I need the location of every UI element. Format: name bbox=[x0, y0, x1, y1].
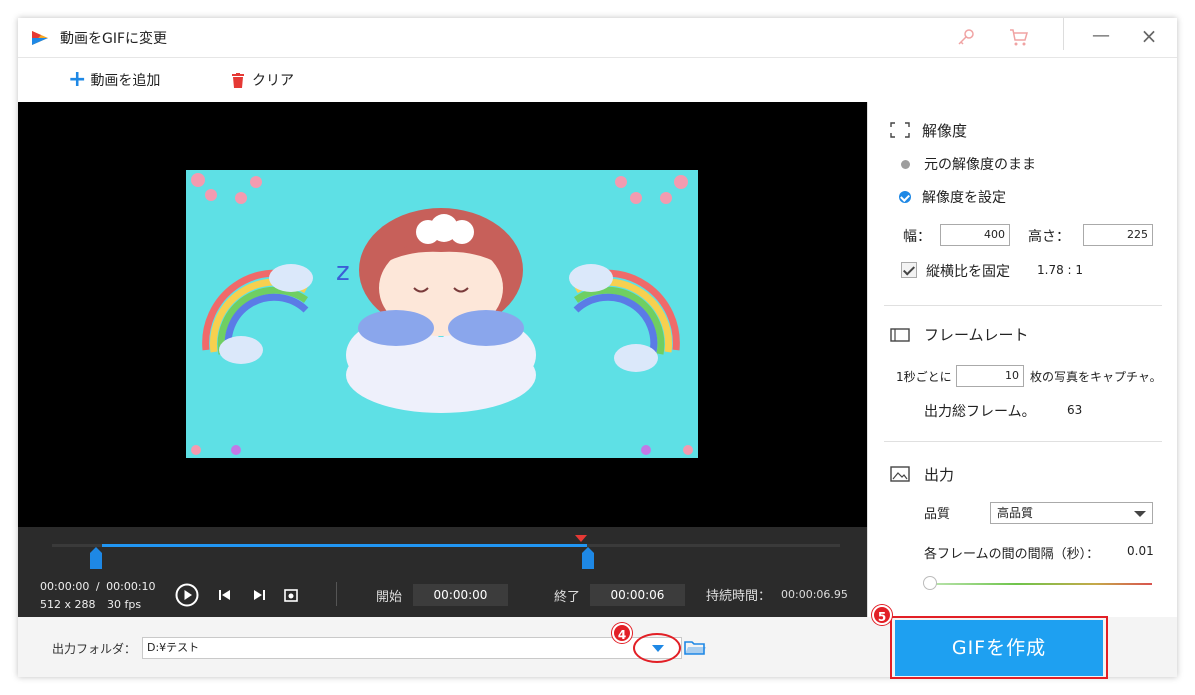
close-button[interactable]: × bbox=[1138, 26, 1160, 48]
resolution-title: 解像度 bbox=[922, 122, 968, 140]
playback-controls: 00:00:00 / 00:00:10 512 x 288 30 fps 開始 … bbox=[18, 527, 867, 617]
camera-icon bbox=[284, 589, 298, 602]
time-separator: / bbox=[95, 580, 100, 593]
output-title: 出力 bbox=[924, 466, 955, 484]
total-time: 00:00:10 bbox=[106, 580, 156, 593]
current-time-readout: 00:00:00 / 00:00:10 bbox=[40, 580, 156, 593]
set-resolution-label: 解像度を設定 bbox=[922, 190, 1006, 206]
radio-unselected-icon bbox=[901, 159, 910, 169]
title-bar: 動画をGIFに変更 — × bbox=[18, 18, 1177, 58]
play-button[interactable] bbox=[174, 582, 200, 608]
skip-forward-icon bbox=[254, 590, 265, 600]
interval-slider-track[interactable] bbox=[926, 583, 1152, 585]
dropdown-highlight bbox=[633, 633, 681, 663]
quality-label: 品質 bbox=[924, 507, 951, 522]
key-icon[interactable] bbox=[956, 27, 976, 47]
interval-label: 各フレームの間の間隔（秒）： bbox=[924, 547, 1100, 562]
total-frames-label: 出力総フレーム。 bbox=[924, 404, 1036, 420]
chevron-down-icon bbox=[1134, 511, 1146, 517]
start-trim-handle[interactable] bbox=[90, 547, 102, 569]
skip-back-icon bbox=[219, 590, 230, 600]
width-input[interactable]: 400 bbox=[940, 224, 1010, 246]
set-resolution-radio[interactable]: 解像度を設定 bbox=[899, 187, 1006, 207]
add-video-label: 動画を追加 bbox=[90, 73, 161, 89]
play-icon bbox=[175, 583, 199, 607]
height-input[interactable]: 225 bbox=[1083, 224, 1153, 246]
video-frame-image: z bbox=[186, 170, 698, 458]
keep-original-label: 元の解像度のまま bbox=[924, 157, 1036, 173]
section-divider bbox=[884, 305, 1162, 306]
radio-selected-icon bbox=[899, 191, 911, 203]
height-label: 高さ： bbox=[1028, 229, 1070, 245]
video-info: 512 x 288 30 fps bbox=[40, 598, 141, 611]
aspect-lock-checkbox[interactable] bbox=[901, 262, 917, 278]
settings-panel: 解像度 元の解像度のまま 解像度を設定 幅： 400 高さ： 225 縦横比を固… bbox=[867, 102, 1177, 617]
titlebar-divider bbox=[1063, 18, 1064, 50]
output-folder-input[interactable]: D:¥テスト bbox=[142, 637, 682, 659]
create-gif-button[interactable]: GIFを作成 bbox=[895, 620, 1103, 676]
toolbar: + 動画を追加 クリア bbox=[18, 59, 1177, 101]
output-folder-label: 出力フォルダ： bbox=[52, 642, 137, 656]
folder-icon[interactable] bbox=[684, 640, 706, 656]
aspect-lock-label: 縦横比を固定 bbox=[926, 264, 1010, 280]
svg-text:z: z bbox=[336, 257, 350, 287]
timeline-selection bbox=[102, 544, 587, 547]
output-image-icon bbox=[890, 466, 910, 482]
window-title: 動画をGIFに変更 bbox=[60, 31, 168, 47]
duration-label: 持続時間： bbox=[706, 589, 772, 604]
playhead-marker[interactable] bbox=[575, 535, 587, 542]
end-time-input[interactable]: 00:00:06 bbox=[590, 584, 685, 606]
start-label: 開始 bbox=[376, 590, 403, 605]
aspect-ratio-value: 1.78 : 1 bbox=[1037, 263, 1084, 277]
clear-button[interactable]: クリア bbox=[232, 70, 294, 90]
total-frames-value: 63 bbox=[1067, 403, 1083, 417]
section-divider bbox=[884, 441, 1162, 442]
duration-value: 00:00:06.95 bbox=[781, 588, 848, 601]
controls-divider bbox=[336, 582, 337, 606]
step-badge-5: 5 bbox=[872, 605, 892, 625]
end-label: 終了 bbox=[554, 590, 581, 605]
frame-rate-icon bbox=[890, 328, 910, 342]
interval-slider-thumb[interactable] bbox=[923, 576, 937, 590]
current-time: 00:00:00 bbox=[40, 580, 90, 593]
step-badge-4: 4 bbox=[612, 623, 632, 643]
resolution-icon bbox=[890, 122, 910, 138]
frame-rate-title: フレームレート bbox=[924, 326, 1029, 344]
frames-per-second-input[interactable]: 10 bbox=[956, 365, 1024, 387]
trash-icon bbox=[232, 72, 244, 88]
quality-value: 高品質 bbox=[997, 506, 1034, 520]
end-trim-handle[interactable] bbox=[582, 547, 594, 569]
minimize-button[interactable]: — bbox=[1090, 26, 1112, 48]
capture-suffix-label: 枚の写真をキャプチャ。 bbox=[1030, 370, 1162, 384]
app-window: 動画をGIFに変更 — × + 動画を追加 クリア z 00:00:00 / 0… bbox=[18, 18, 1177, 679]
width-label: 幅： bbox=[903, 229, 931, 245]
plus-icon: + bbox=[68, 67, 87, 92]
video-preview: z bbox=[18, 102, 867, 527]
previous-frame-button[interactable] bbox=[212, 582, 238, 608]
next-frame-button[interactable] bbox=[246, 582, 272, 608]
cart-icon[interactable] bbox=[1008, 27, 1030, 47]
interval-value: 0.01 bbox=[1127, 544, 1154, 558]
per-second-label: 1秒ごとに bbox=[896, 370, 952, 384]
add-video-button[interactable]: + 動画を追加 bbox=[68, 67, 161, 92]
keep-original-radio[interactable]: 元の解像度のまま bbox=[901, 154, 1036, 174]
quality-select[interactable]: 高品質 bbox=[990, 502, 1153, 524]
app-logo-icon bbox=[32, 31, 48, 45]
snapshot-button[interactable] bbox=[278, 582, 304, 608]
video-fps: 30 fps bbox=[107, 598, 142, 611]
clear-label: クリア bbox=[252, 73, 294, 89]
start-time-input[interactable]: 00:00:00 bbox=[413, 584, 508, 606]
video-resolution: 512 x 288 bbox=[40, 598, 96, 611]
